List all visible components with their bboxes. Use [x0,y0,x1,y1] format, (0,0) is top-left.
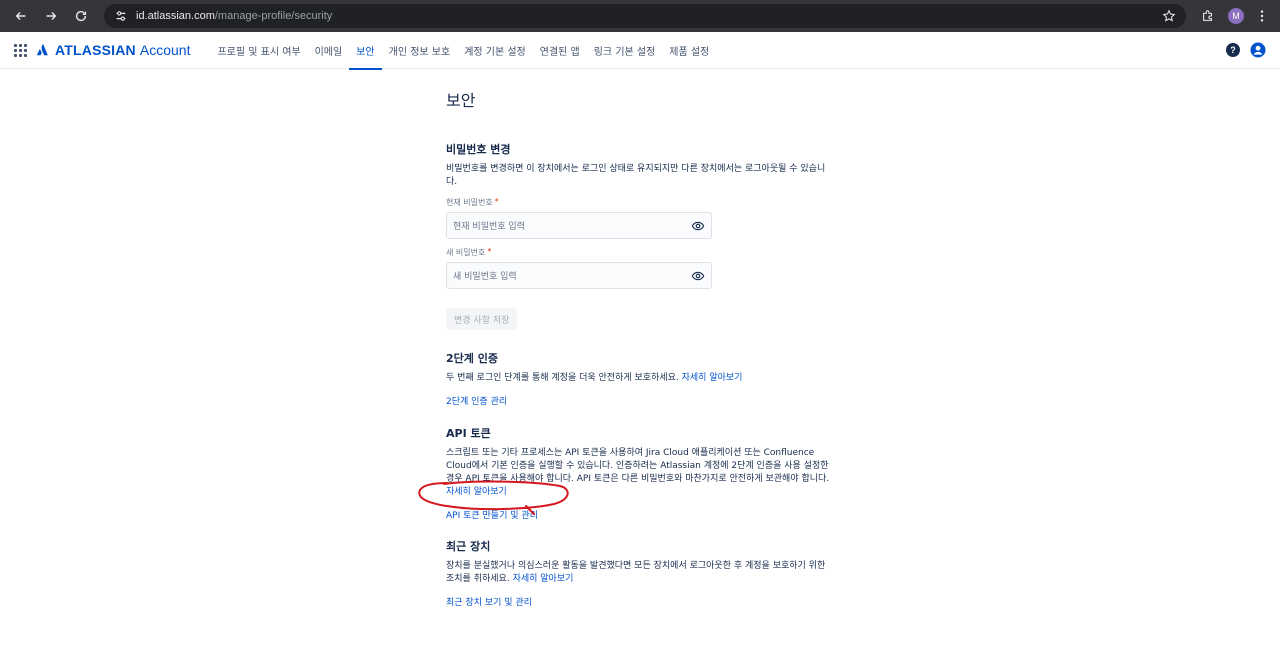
show-password-eye-icon[interactable] [691,269,705,283]
current-password-label-text: 현재 비밀번호 [446,198,493,207]
arrow-left-icon [15,12,26,20]
manage-recent-devices-link[interactable]: 최근 장치 보기 및 관리 [446,595,836,608]
back-button[interactable] [8,3,34,29]
extensions-button[interactable] [1196,4,1220,28]
top-nav: 프로필 및 표시 여부 이메일 보안 개인 정보 보호 계정 기본 설정 연결된… [210,32,716,70]
recent-devices-section: 최근 장치 장치를 분실했거나 의심스러운 활동을 발견했다면 모든 장치에서 … [446,538,836,608]
recent-devices-description: 장치를 분실했거나 의심스러운 활동을 발견했다면 모든 장치에서 로그아웃한 … [446,560,836,586]
required-mark: * [494,197,499,206]
security-page: 보안 비밀번호 변경 비밀번호를 변경하면 이 장치에서는 로그인 상태로 유지… [446,69,836,608]
url-text: id.atlassian.com/manage-profile/security [136,10,332,22]
help-icon[interactable]: ? [1226,43,1240,57]
account-avatar-icon[interactable] [1250,42,1266,58]
api-tokens-title: API 토큰 [446,427,491,440]
save-changes-button[interactable]: 변경 사항 저장 [446,308,518,330]
new-password-label: 새 비밀번호 * [446,247,836,258]
two-factor-description: 두 번째 로그인 단계를 통해 계정을 더욱 안전하게 보호하세요. 자세히 알… [446,372,836,385]
reload-button[interactable] [68,3,94,29]
app-switcher-icon[interactable] [12,42,28,58]
tab-profile[interactable]: 프로필 및 표시 여부 [210,32,307,69]
api-tokens-description: 스크립트 또는 기타 프로세스는 API 토큰을 사용하여 Jira Cloud… [446,447,836,499]
password-description: 비밀번호를 변경하면 이 장치에서는 로그인 상태로 유지되지만 다른 장치에서… [446,164,826,187]
product-name: Account [139,42,191,58]
current-password-label: 현재 비밀번호 * [446,197,836,208]
forward-button[interactable] [38,3,64,29]
address-bar[interactable]: id.atlassian.com/manage-profile/security [104,4,1186,28]
new-password-field[interactable]: 새 비밀번호 입력 [446,262,712,289]
tab-security[interactable]: 보안 [349,32,383,70]
required-mark: * [487,247,492,256]
show-password-eye-icon[interactable] [691,219,705,233]
new-password-placeholder: 새 비밀번호 입력 [453,272,517,282]
api-tokens-learn-more-link[interactable]: 자세히 알아보기 [446,487,507,497]
two-factor-section: 2단계 인증 두 번째 로그인 단계를 통해 계정을 더욱 안전하게 보호하세요… [446,350,836,407]
two-factor-description-text: 두 번째 로그인 단계를 통해 계정을 더욱 안전하게 보호하세요. [446,373,679,383]
recent-devices-title: 최근 장치 [446,540,491,553]
app-header: ATLASSIAN Account 프로필 및 표시 여부 이메일 보안 개인 … [0,32,1280,70]
reload-icon [75,10,87,22]
manage-api-tokens-link[interactable]: API 토큰 만들기 및 관리 [446,508,836,521]
bookmark-star-icon[interactable] [1162,9,1176,23]
tab-email[interactable]: 이메일 [308,32,350,69]
browser-menu-button[interactable] [1252,4,1272,28]
tab-account-preferences[interactable]: 계정 기본 설정 [457,32,533,69]
api-tokens-section: API 토큰 스크립트 또는 기타 프로세스는 API 토큰을 사용하여 Jir… [446,425,836,521]
page-title: 보안 [446,91,476,110]
current-password-placeholder: 현재 비밀번호 입력 [453,222,525,232]
site-settings-icon[interactable] [114,9,128,23]
header-actions: ? [1226,42,1268,58]
puzzle-icon [1203,10,1213,21]
two-factor-title: 2단계 인증 [446,352,498,365]
browser-toolbar: id.atlassian.com/manage-profile/security… [0,0,1280,32]
current-password-field[interactable]: 현재 비밀번호 입력 [446,212,712,239]
recent-devices-learn-more-link[interactable]: 자세히 알아보기 [513,574,574,584]
url-path: /manage-profile/security [214,10,333,22]
new-password-label-text: 새 비밀번호 [446,248,486,257]
tab-connected-apps[interactable]: 연결된 앱 [533,32,587,69]
api-tokens-description-text: 스크립트 또는 기타 프로세스는 API 토큰을 사용하여 Jira Cloud… [446,448,830,484]
password-section-title: 비밀번호 변경 [446,143,511,156]
url-host: id.atlassian.com [136,10,215,22]
arrow-right-icon [46,12,57,20]
atlassian-mark-icon [36,44,48,56]
brand-name: ATLASSIAN [55,42,136,58]
tab-privacy[interactable]: 개인 정보 보호 [382,32,458,69]
tab-link-preferences[interactable]: 링크 기본 설정 [587,32,663,69]
profile-button[interactable]: M [1224,4,1248,28]
manage-two-factor-link[interactable]: 2단계 인증 관리 [446,394,836,407]
tab-product-settings[interactable]: 제품 설정 [662,32,716,69]
profile-avatar: M [1228,8,1244,24]
password-section: 비밀번호 변경 비밀번호를 변경하면 이 장치에서는 로그인 상태로 유지되지만… [446,141,836,330]
two-factor-learn-more-link[interactable]: 자세히 알아보기 [682,373,743,383]
recent-devices-description-text: 장치를 분실했거나 의심스러운 활동을 발견했다면 모든 장치에서 로그아웃한 … [446,561,826,584]
atlassian-logo[interactable]: ATLASSIAN Account [36,42,190,58]
more-vertical-icon [1260,10,1264,22]
